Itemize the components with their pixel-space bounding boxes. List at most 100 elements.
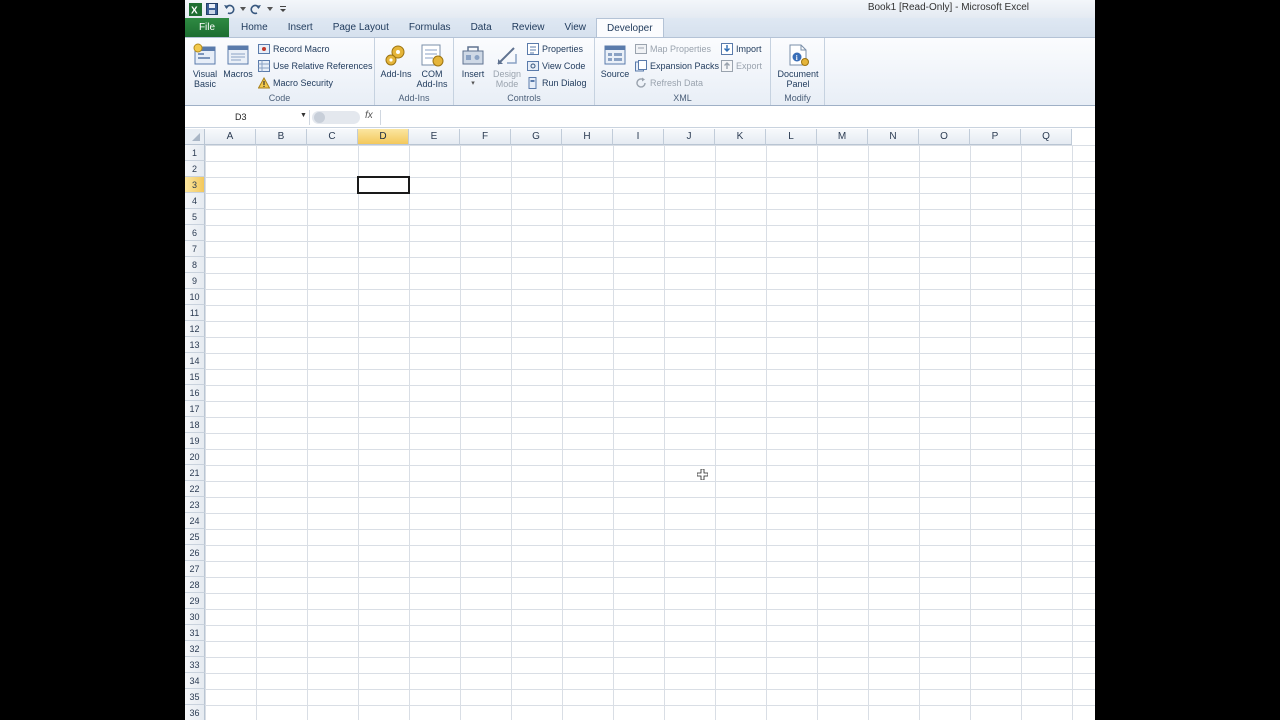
row-header-2[interactable]: 2 (185, 161, 205, 177)
column-header-c[interactable]: C (307, 129, 358, 145)
select-all-button[interactable] (185, 129, 205, 145)
row-header-28[interactable]: 28 (185, 577, 205, 593)
column-header-h[interactable]: H (562, 129, 613, 145)
expansion-packs-button[interactable]: Expansion Packs (635, 59, 719, 73)
properties-button[interactable]: Properties (527, 42, 583, 56)
column-header-q[interactable]: Q (1021, 129, 1072, 145)
add-ins-button[interactable]: Add-Ins (379, 42, 413, 79)
macro-security-button[interactable]: Macro Security (257, 76, 333, 90)
cell-cursor-icon (696, 467, 709, 481)
export-button[interactable]: Export (721, 59, 762, 73)
visual-basic-button[interactable]: Visual Basic (189, 42, 221, 89)
row-header-33[interactable]: 33 (185, 657, 205, 673)
row-header-17[interactable]: 17 (185, 401, 205, 417)
row-header-22[interactable]: 22 (185, 481, 205, 497)
use-relative-references-button[interactable]: Use Relative References (258, 59, 373, 73)
column-header-o[interactable]: O (919, 129, 970, 145)
view-code-button[interactable]: View Code (527, 59, 585, 73)
insert-control-button[interactable]: Insert ▾ (458, 42, 488, 89)
row-header-25[interactable]: 25 (185, 529, 205, 545)
name-box[interactable]: D3 (185, 110, 310, 125)
row-header-8[interactable]: 8 (185, 257, 205, 273)
column-header-f[interactable]: F (460, 129, 511, 145)
group-xml: Source Map Properties Expansion Packs Re… (595, 38, 771, 105)
row-header-32[interactable]: 32 (185, 641, 205, 657)
row-header-19[interactable]: 19 (185, 433, 205, 449)
xml-source-icon (602, 42, 628, 68)
column-header-d[interactable]: D (358, 129, 409, 145)
column-header-b[interactable]: B (256, 129, 307, 145)
row-header-13[interactable]: 13 (185, 337, 205, 353)
row-header-5[interactable]: 5 (185, 209, 205, 225)
row-header-10[interactable]: 10 (185, 289, 205, 305)
column-header-i[interactable]: I (613, 129, 664, 145)
formula-bar-splitter[interactable] (312, 111, 360, 124)
com-add-ins-icon (419, 42, 445, 68)
active-cell[interactable] (357, 176, 410, 194)
formula-input[interactable] (380, 110, 1095, 125)
group-modify: i Document Panel Modify (771, 38, 825, 105)
row-header-1[interactable]: 1 (185, 145, 205, 161)
row-header-16[interactable]: 16 (185, 385, 205, 401)
name-box-dropdown-icon[interactable]: ▼ (300, 112, 307, 119)
row-header-34[interactable]: 34 (185, 673, 205, 689)
insert-function-icon[interactable]: fx (365, 110, 373, 121)
map-properties-button[interactable]: Map Properties (635, 42, 711, 56)
column-header-l[interactable]: L (766, 129, 817, 145)
row-header-12[interactable]: 12 (185, 321, 205, 337)
refresh-icon (635, 77, 647, 89)
column-header-p[interactable]: P (970, 129, 1021, 145)
row-header-35[interactable]: 35 (185, 689, 205, 705)
refresh-data-button[interactable]: Refresh Data (635, 76, 703, 90)
row-header-7[interactable]: 7 (185, 241, 205, 257)
tab-developer[interactable]: Developer (595, 18, 664, 37)
row-header-23[interactable]: 23 (185, 497, 205, 513)
row-header-18[interactable]: 18 (185, 417, 205, 433)
com-add-ins-label-1: COM (421, 69, 443, 79)
row-header-26[interactable]: 26 (185, 545, 205, 561)
visual-basic-label-2: Basic (193, 79, 216, 89)
tab-review[interactable]: Review (502, 18, 555, 37)
design-mode-button[interactable]: Design Mode (490, 42, 524, 89)
tab-data[interactable]: Data (461, 18, 502, 37)
row-header-9[interactable]: 9 (185, 273, 205, 289)
row-header-21[interactable]: 21 (185, 465, 205, 481)
source-button[interactable]: Source (599, 42, 631, 79)
column-header-e[interactable]: E (409, 129, 460, 145)
column-header-m[interactable]: M (817, 129, 868, 145)
row-header-11[interactable]: 11 (185, 305, 205, 321)
group-add-ins: Add-Ins COM Add-Ins Add-Ins (375, 38, 454, 105)
column-header-n[interactable]: N (868, 129, 919, 145)
column-header-g[interactable]: G (511, 129, 562, 145)
tab-home[interactable]: Home (231, 18, 278, 37)
run-dialog-button[interactable]: Run Dialog (527, 76, 587, 90)
row-header-24[interactable]: 24 (185, 513, 205, 529)
tab-file[interactable]: File (185, 18, 229, 37)
macros-label: Macros (223, 69, 253, 79)
row-header-3[interactable]: 3 (185, 177, 205, 193)
row-header-31[interactable]: 31 (185, 625, 205, 641)
tab-insert[interactable]: Insert (278, 18, 323, 37)
column-header-a[interactable]: A (205, 129, 256, 145)
tab-formulas[interactable]: Formulas (399, 18, 461, 37)
column-header-k[interactable]: K (715, 129, 766, 145)
row-header-27[interactable]: 27 (185, 561, 205, 577)
cell-area[interactable] (205, 145, 1095, 720)
macros-button[interactable]: Macros (222, 42, 254, 79)
tab-view[interactable]: View (554, 18, 596, 37)
row-header-4[interactable]: 4 (185, 193, 205, 209)
document-panel-button[interactable]: i Document Panel (773, 42, 823, 89)
row-header-36[interactable]: 36 (185, 705, 205, 720)
worksheet-grid[interactable]: ABCDEFGHIJKLMNOPQ 1 2 3 4 5 6 7 8 9 10 11 12 13 14 15 1… (185, 129, 1095, 720)
row-header-30[interactable]: 30 (185, 609, 205, 625)
row-header-14[interactable]: 14 (185, 353, 205, 369)
row-header-29[interactable]: 29 (185, 593, 205, 609)
import-button[interactable]: Import (721, 42, 762, 56)
column-header-j[interactable]: J (664, 129, 715, 145)
tab-page-layout[interactable]: Page Layout (323, 18, 399, 37)
row-header-15[interactable]: 15 (185, 369, 205, 385)
record-macro-button[interactable]: Record Macro (258, 42, 330, 56)
com-add-ins-button[interactable]: COM Add-Ins (415, 42, 449, 89)
row-header-20[interactable]: 20 (185, 449, 205, 465)
row-header-6[interactable]: 6 (185, 225, 205, 241)
